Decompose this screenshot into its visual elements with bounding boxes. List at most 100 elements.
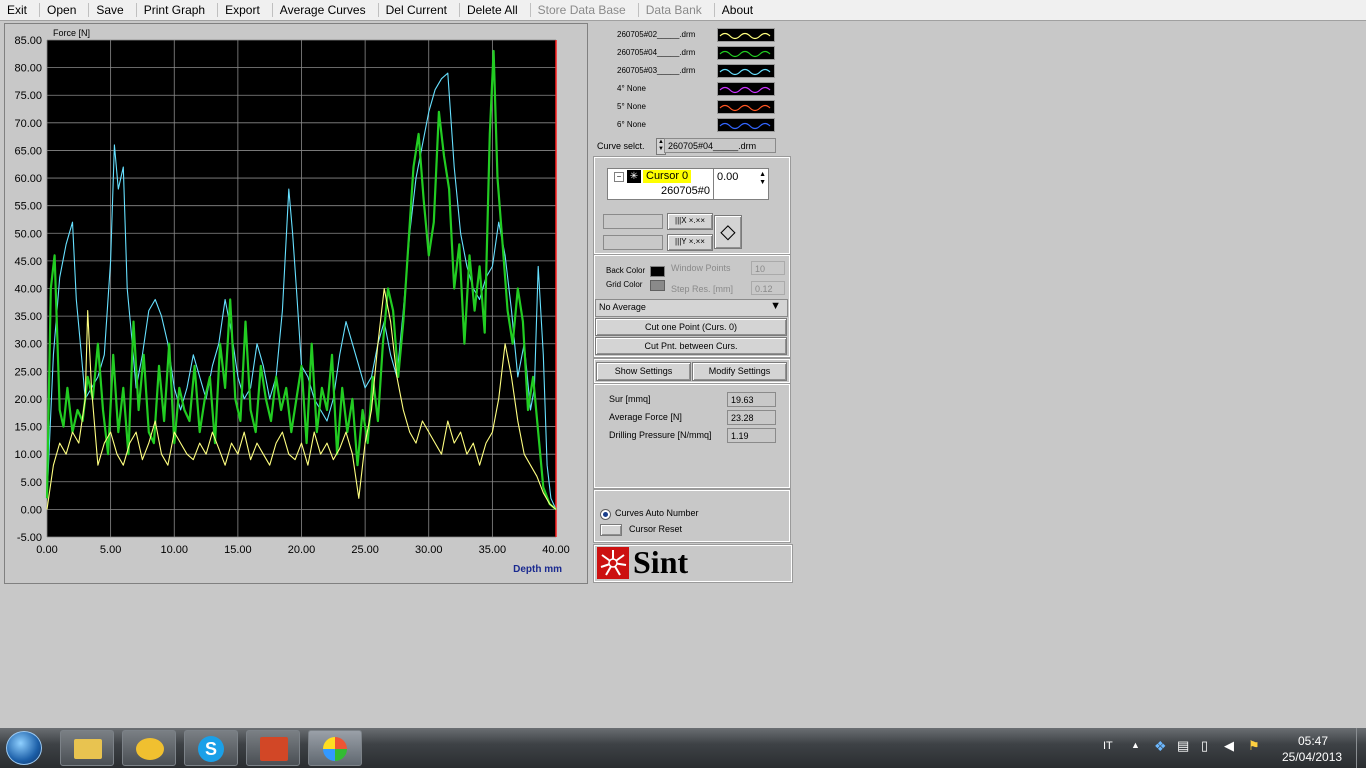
average-select-value: No Average (599, 302, 646, 312)
cursor-reset-button[interactable] (600, 524, 622, 536)
cursor-value: 0.00 (717, 171, 739, 183)
menu-save[interactable]: Save (89, 3, 137, 17)
grid-color-swatch[interactable] (650, 280, 665, 291)
step-res-label: Step Res. [mm] (671, 284, 734, 294)
window-points-label: Window Points (671, 263, 731, 273)
force-depth-chart[interactable]: 0.00 5.00 10.00 15.00 20.00 25.00 30.00 35.00 40… (5, 24, 587, 583)
menu-export[interactable]: Export (218, 3, 273, 17)
cursor-move-diamond-icon[interactable]: ◇ (714, 215, 742, 249)
sint-logo-icon (597, 547, 629, 579)
language-indicator[interactable]: IT (1103, 740, 1113, 752)
auto-number-label: Curves Auto Number (615, 508, 699, 518)
legend-plot-swatch[interactable] (717, 118, 775, 132)
modify-settings-button[interactable]: Modify Settings (692, 362, 787, 381)
x-tick-label: 40.00 (542, 544, 570, 556)
grid-color-label: Grid Color (606, 280, 643, 289)
legend-item[interactable]: 260705#03_____.drm (617, 64, 787, 78)
result-label: Sur [mmq] (609, 394, 651, 404)
legend-plot-swatch[interactable] (717, 28, 775, 42)
y-tick-label: 5.00 (21, 477, 42, 489)
legend-label: 4° None (617, 84, 646, 93)
cursor-value-field[interactable]: 0.00 ▲ ▼ (713, 168, 769, 200)
action-center-flag-icon[interactable]: ⚑ (1248, 738, 1260, 754)
start-button[interactable] (6, 731, 42, 765)
cursor-reset-label: Cursor Reset (629, 524, 683, 534)
cursor-name[interactable]: Cursor 0 (643, 170, 692, 183)
menu-exit[interactable]: Exit (0, 3, 41, 17)
taskbar-app-icon[interactable] (308, 730, 362, 766)
legend-item[interactable]: 4° None (617, 82, 787, 96)
y-format-button[interactable]: |||Y ×.×× (667, 234, 713, 251)
taskbar: S IT ▲ ❖ ▤ ▯ ◀ ⚑ 05:47 25/04/2013 (0, 728, 1366, 768)
y-tick-label: 25.00 (14, 366, 42, 378)
x-tick-label: 25.00 (351, 544, 379, 556)
legend-item[interactable]: 6° None (617, 118, 787, 132)
menu-print-graph[interactable]: Print Graph (137, 3, 219, 17)
menu-data-bank[interactable]: Data Bank (639, 3, 715, 17)
result-value: 19.63 (727, 392, 776, 407)
y-tick-label: 60.00 (14, 173, 42, 185)
result-label: Average Force [N] (609, 412, 682, 422)
x-tick-label: 15.00 (224, 544, 252, 556)
curve-select-label: Curve selct. (597, 141, 645, 151)
dropbox-icon[interactable]: ❖ (1154, 738, 1167, 755)
legend-plot-swatch[interactable] (717, 64, 775, 78)
legend-item[interactable]: 5° None (617, 100, 787, 114)
result-value: 23.28 (727, 410, 776, 425)
show-desktop-button[interactable] (1356, 728, 1366, 768)
taskbar-powerpoint-icon[interactable] (246, 730, 300, 766)
menu-open[interactable]: Open (40, 3, 90, 17)
taskbar-outlook-icon[interactable] (122, 730, 176, 766)
taskbar-explorer-icon[interactable] (60, 730, 114, 766)
legend-label: 6° None (617, 120, 646, 129)
cursor-x-field[interactable] (603, 214, 663, 229)
curve-select-field[interactable]: 260705#04_____.drm (664, 138, 776, 153)
x-tick-label: 0.00 (36, 544, 57, 556)
cut-one-point-button[interactable]: Cut one Point (Curs. 0) (595, 318, 787, 336)
y-tick-label: 45.00 (14, 256, 42, 268)
menu-delete-all[interactable]: Delete All (460, 3, 531, 17)
show-hidden-icons-icon[interactable]: ▲ (1131, 740, 1140, 750)
y-tick-label: -5.00 (17, 532, 42, 544)
x-tick-label: 30.00 (415, 544, 443, 556)
menu-del-current[interactable]: Del Current (379, 3, 460, 17)
x-axis-label: Depth mm (513, 564, 562, 575)
legend-plot-swatch[interactable] (717, 82, 775, 96)
window-points-field[interactable]: 10 (751, 261, 785, 275)
legend-item[interactable]: 260705#02_____.drm (617, 28, 787, 42)
y-tick-label: 55.00 (14, 201, 42, 213)
clock-time[interactable]: 05:47 (1298, 734, 1328, 748)
y-tick-label: 30.00 (14, 339, 42, 351)
y-tick-label: 10.00 (14, 449, 42, 461)
menu-average-curves[interactable]: Average Curves (273, 3, 379, 17)
x-tick-label: 10.00 (160, 544, 188, 556)
legend-label: 260705#02_____.drm (617, 30, 696, 39)
usb-device-icon[interactable]: ▯ (1201, 738, 1208, 754)
legend-item[interactable]: 260705#04_____.drm (617, 46, 787, 60)
x-format-button[interactable]: |||X ×.×× (667, 213, 713, 230)
volume-muted-icon[interactable]: ◀ (1224, 738, 1234, 754)
taskbar-skype-icon[interactable]: S (184, 730, 238, 766)
legend-plot-swatch[interactable] (717, 46, 775, 60)
average-select[interactable]: No Average ▼ (595, 299, 788, 317)
menu-store-data-base[interactable]: Store Data Base (531, 3, 639, 17)
cut-between-button[interactable]: Cut Pnt. between Curs. (595, 337, 787, 355)
x-tick-label: 20.00 (288, 544, 316, 556)
back-color-swatch[interactable] (650, 266, 665, 277)
result-value: 1.19 (727, 428, 776, 443)
show-settings-button[interactable]: Show Settings (596, 362, 691, 381)
network-icon[interactable]: ▤ (1177, 738, 1189, 754)
cursor-y-field[interactable] (603, 235, 663, 250)
cursor-value-scroll-icon[interactable]: ▲ ▼ (759, 171, 766, 187)
tree-collapse-icon[interactable]: − (614, 172, 624, 182)
legend-plot-swatch[interactable] (717, 100, 775, 114)
result-label: Drilling Pressure [N/mmq] (609, 430, 712, 440)
auto-number-radio[interactable] (600, 509, 611, 520)
step-res-field[interactable]: 0.12 (751, 281, 785, 295)
legend-label: 5° None (617, 102, 646, 111)
legend-label: 260705#04_____.drm (617, 48, 696, 57)
y-tick-label: 70.00 (14, 118, 42, 130)
y-tick-label: 20.00 (14, 394, 42, 406)
menu-about[interactable]: About (715, 3, 765, 17)
clock-date[interactable]: 25/04/2013 (1282, 750, 1342, 764)
